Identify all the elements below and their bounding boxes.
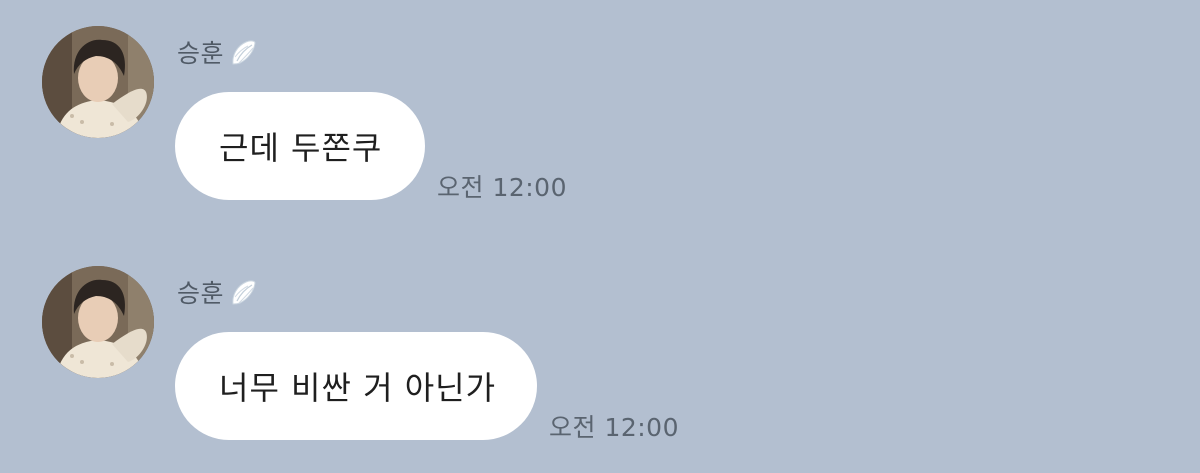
sender-name-row: 승훈: [177, 272, 258, 312]
sender-name: 승훈: [177, 39, 225, 68]
sender-name: 승훈: [177, 279, 225, 308]
message-bubble[interactable]: 근데 두쫀쿠: [175, 92, 425, 200]
message-group: 승훈 너무 비싼 거 아닌가 오전 12:00: [0, 240, 1200, 460]
avatar[interactable]: [42, 266, 154, 378]
angel-wing-icon: [228, 277, 258, 307]
sender-name-row: 승훈: [177, 32, 258, 72]
avatar[interactable]: [42, 26, 154, 138]
message-timestamp: 오전 12:00: [549, 413, 679, 442]
message-text: 너무 비싼 거 아닌가: [219, 369, 497, 407]
message-group: 승훈 근데 두쫀쿠 오전 12:00: [0, 0, 1200, 220]
message-text: 근데 두쫀쿠: [219, 129, 383, 167]
chat-area: 승훈 근데 두쫀쿠 오전 12:00 승훈 너무 비싼 거 아닌가 오전 12:…: [0, 0, 1200, 473]
angel-wing-icon: [228, 37, 258, 67]
message-timestamp: 오전 12:00: [437, 173, 567, 202]
message-bubble[interactable]: 너무 비싼 거 아닌가: [175, 332, 537, 440]
